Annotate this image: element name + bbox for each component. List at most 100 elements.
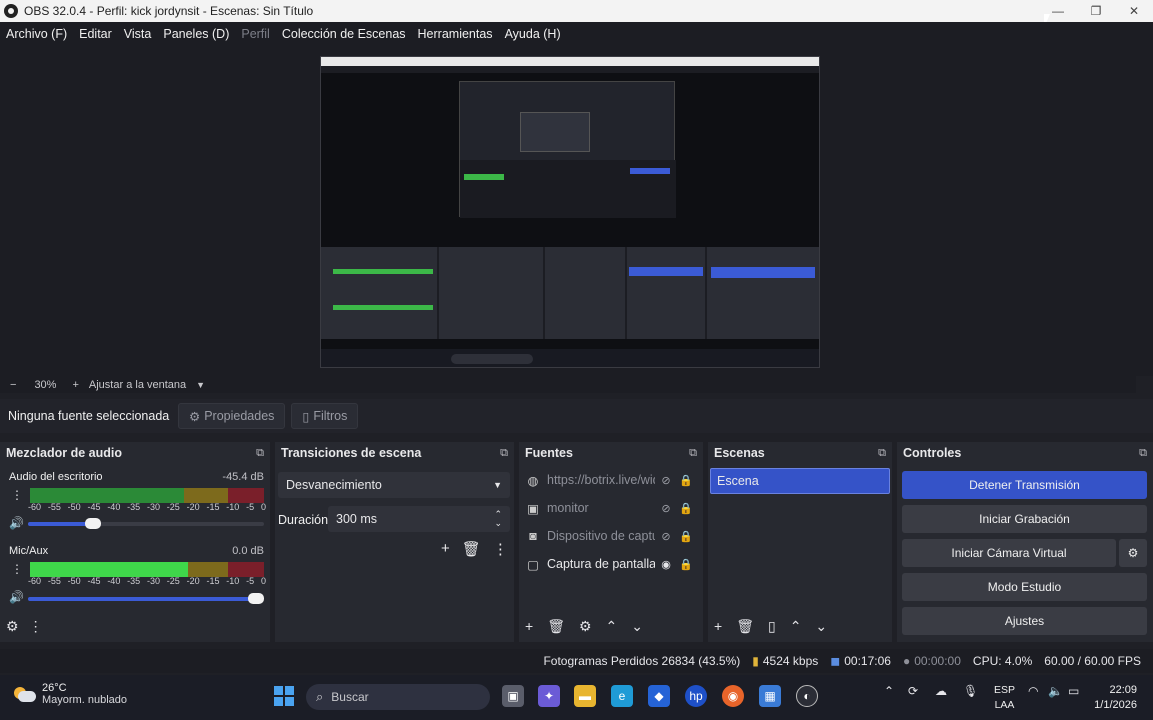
file-explorer-icon[interactable]: ▬: [574, 685, 596, 707]
delete-source-icon[interactable]: 🗑: [547, 618, 565, 635]
eye-hidden-icon[interactable]: ⊘: [655, 502, 677, 515]
zoom-out-button[interactable]: −: [10, 379, 16, 391]
fps: 60.00 / 60.00 FPS: [1044, 654, 1141, 668]
delete-scene-icon[interactable]: 🗑: [736, 618, 754, 635]
scenes-title: Escenas: [714, 446, 765, 460]
channel-db-mic: 0.0 dB: [232, 545, 264, 557]
lock-icon[interactable]: 🔒: [677, 530, 695, 543]
lock-icon[interactable]: 🔒: [677, 558, 695, 571]
eye-icon[interactable]: ◉: [655, 558, 677, 571]
preview-canvas[interactable]: [320, 56, 820, 368]
lock-icon[interactable]: 🔒: [677, 502, 695, 515]
virtual-cam-settings-icon[interactable]: ⚙: [1119, 539, 1147, 567]
sync-icon[interactable]: ⟳: [908, 684, 918, 698]
add-source-icon[interactable]: +: [525, 618, 533, 635]
volume-slider-mic[interactable]: [28, 593, 264, 604]
taskbar-search[interactable]: ⌕ Buscar: [306, 684, 490, 710]
channel-menu-icon[interactable]: ⋮: [11, 562, 23, 576]
maximize-button[interactable]: ❐: [1077, 0, 1115, 22]
source-item[interactable]: ▣ monitor ⊘ 🔒: [525, 498, 697, 518]
language-indicator[interactable]: ESP LAA: [994, 683, 1015, 713]
hp-icon[interactable]: hp: [685, 685, 707, 707]
system-clock[interactable]: 22:09 1/1/2026: [1094, 683, 1137, 713]
weather-widget[interactable]: 26°C Mayorm. nublado: [14, 682, 127, 706]
eye-hidden-icon[interactable]: ⊘: [655, 474, 677, 487]
add-scene-icon[interactable]: +: [714, 618, 722, 635]
lock-icon[interactable]: 🔒: [677, 474, 695, 487]
mixer-menu-icon[interactable]: ⋮: [29, 618, 43, 635]
fit-window-label[interactable]: Ajustar a la ventana: [89, 379, 186, 391]
delete-transition-icon[interactable]: 🗑: [462, 540, 481, 558]
settings-button[interactable]: Ajustes: [902, 607, 1147, 635]
source-item[interactable]: ▢ Captura de pantalla ◉ 🔒: [525, 554, 697, 574]
speaker-icon[interactable]: 🔊: [9, 590, 24, 604]
transition-menu-icon[interactable]: ⋮: [493, 540, 508, 558]
obs-logo-icon: [4, 4, 18, 18]
record-icon: ●: [902, 654, 911, 668]
menu-paneles[interactable]: Paneles (D): [163, 27, 229, 41]
undock-icon[interactable]: ⧉: [1139, 447, 1147, 460]
menu-perfil[interactable]: Perfil: [241, 27, 269, 41]
add-transition-icon[interactable]: +: [441, 540, 450, 558]
menu-herramientas[interactable]: Herramientas: [418, 27, 493, 41]
dropbox-icon[interactable]: ◆: [648, 685, 670, 707]
mixer-settings-icon[interactable]: ⚙: [6, 618, 19, 635]
channel-menu-icon[interactable]: ⋮: [11, 488, 23, 502]
channel-db-desktop: -45.4 dB: [222, 471, 264, 483]
undock-icon[interactable]: ⧉: [878, 447, 886, 460]
duration-input[interactable]: 300 ms ⌃ ⌄: [328, 506, 510, 532]
speaker-icon[interactable]: 🔊: [9, 516, 24, 530]
source-item[interactable]: ◍https://botrix.live/widgets⊘🔒: [525, 470, 697, 490]
move-up-icon[interactable]: ⌃: [790, 618, 802, 635]
eye-hidden-icon[interactable]: ⊘: [655, 530, 677, 543]
battery-icon[interactable]: ▭: [1068, 684, 1079, 698]
move-down-icon[interactable]: ⌄: [815, 618, 827, 635]
wifi-icon[interactable]: ◠: [1028, 684, 1038, 698]
cloud-icon[interactable]: ☁: [935, 684, 947, 698]
volume-slider-desktop[interactable]: [28, 518, 264, 529]
move-down-icon[interactable]: ⌄: [631, 618, 643, 635]
menu-archivo[interactable]: Archivo (F): [6, 27, 67, 41]
zoom-value: 30%: [34, 378, 57, 391]
transition-select[interactable]: Desvanecimiento ▼: [278, 472, 510, 498]
undock-icon[interactable]: ⧉: [689, 447, 697, 460]
scene-filter-icon[interactable]: ▯: [768, 618, 776, 635]
meter-scale-desktop: -60 -55 -50 -45 -40 -35 -30 -25 -20 -15 -10 -5 0: [28, 502, 266, 512]
task-view-icon[interactable]: ▣: [502, 685, 524, 707]
copilot-icon[interactable]: ✦: [538, 685, 560, 707]
volume-icon[interactable]: 🔈: [1048, 684, 1063, 698]
menu-editar[interactable]: Editar: [79, 27, 112, 41]
chevron-up-icon[interactable]: ⌃: [884, 684, 894, 698]
windows-start-icon[interactable]: [274, 686, 294, 706]
start-record-button[interactable]: Iniciar Grabación: [902, 505, 1147, 533]
menu-coleccion-escenas[interactable]: Colección de Escenas: [282, 27, 406, 41]
stop-stream-button[interactable]: Detener Transmisión: [902, 471, 1147, 499]
store-icon[interactable]: ▦: [759, 685, 781, 707]
close-button[interactable]: ✕: [1115, 0, 1153, 22]
menu-vista[interactable]: Vista: [124, 27, 152, 41]
undock-icon[interactable]: ⧉: [500, 447, 508, 460]
window-title: OBS 32.0.4 - Perfil: kick jordynsit - Es…: [24, 4, 314, 18]
undock-icon[interactable]: ⧉: [256, 447, 264, 460]
windows-taskbar: 26°C Mayorm. nublado ⌕ Buscar ▣ ✦ ▬ e ◆ hp…: [0, 675, 1153, 720]
scene-item-selected[interactable]: Escena: [710, 468, 890, 494]
obs-taskbar-icon[interactable]: ◐: [796, 685, 818, 707]
virtual-cam-button[interactable]: Iniciar Cámara Virtual: [902, 539, 1116, 567]
title-bar: OBS 32.0.4 - Perfil: kick jordynsit - Es…: [0, 0, 1153, 22]
channel-name-desktop: Audio del escritorio: [9, 471, 103, 483]
scenes-dock: Escenas ⧉ Escena + 🗑 ▯ ⌃ ⌄: [708, 442, 892, 642]
zoom-dropdown-icon[interactable]: ▼: [196, 380, 205, 390]
source-item[interactable]: ◙Dispositivo de captura⊘🔒: [525, 526, 697, 546]
edge-icon[interactable]: e: [611, 685, 633, 707]
menu-ayuda[interactable]: Ayuda (H): [505, 27, 561, 41]
source-settings-icon[interactable]: ⚙: [579, 618, 592, 635]
studio-mode-button[interactable]: Modo Estudio: [902, 573, 1147, 601]
properties-button[interactable]: ⚙ Propiedades: [178, 403, 286, 429]
microphone-icon[interactable]: 🎙: [963, 684, 978, 698]
filters-button[interactable]: ▯ Filtros: [291, 403, 359, 429]
source-toolbar: Ninguna fuente seleccionada ⚙ Propiedades…: [0, 399, 1153, 433]
move-up-icon[interactable]: ⌃: [606, 618, 618, 635]
zoom-in-button[interactable]: +: [72, 379, 78, 391]
firefox-icon[interactable]: ◉: [722, 685, 744, 707]
sources-title: Fuentes: [525, 446, 573, 460]
